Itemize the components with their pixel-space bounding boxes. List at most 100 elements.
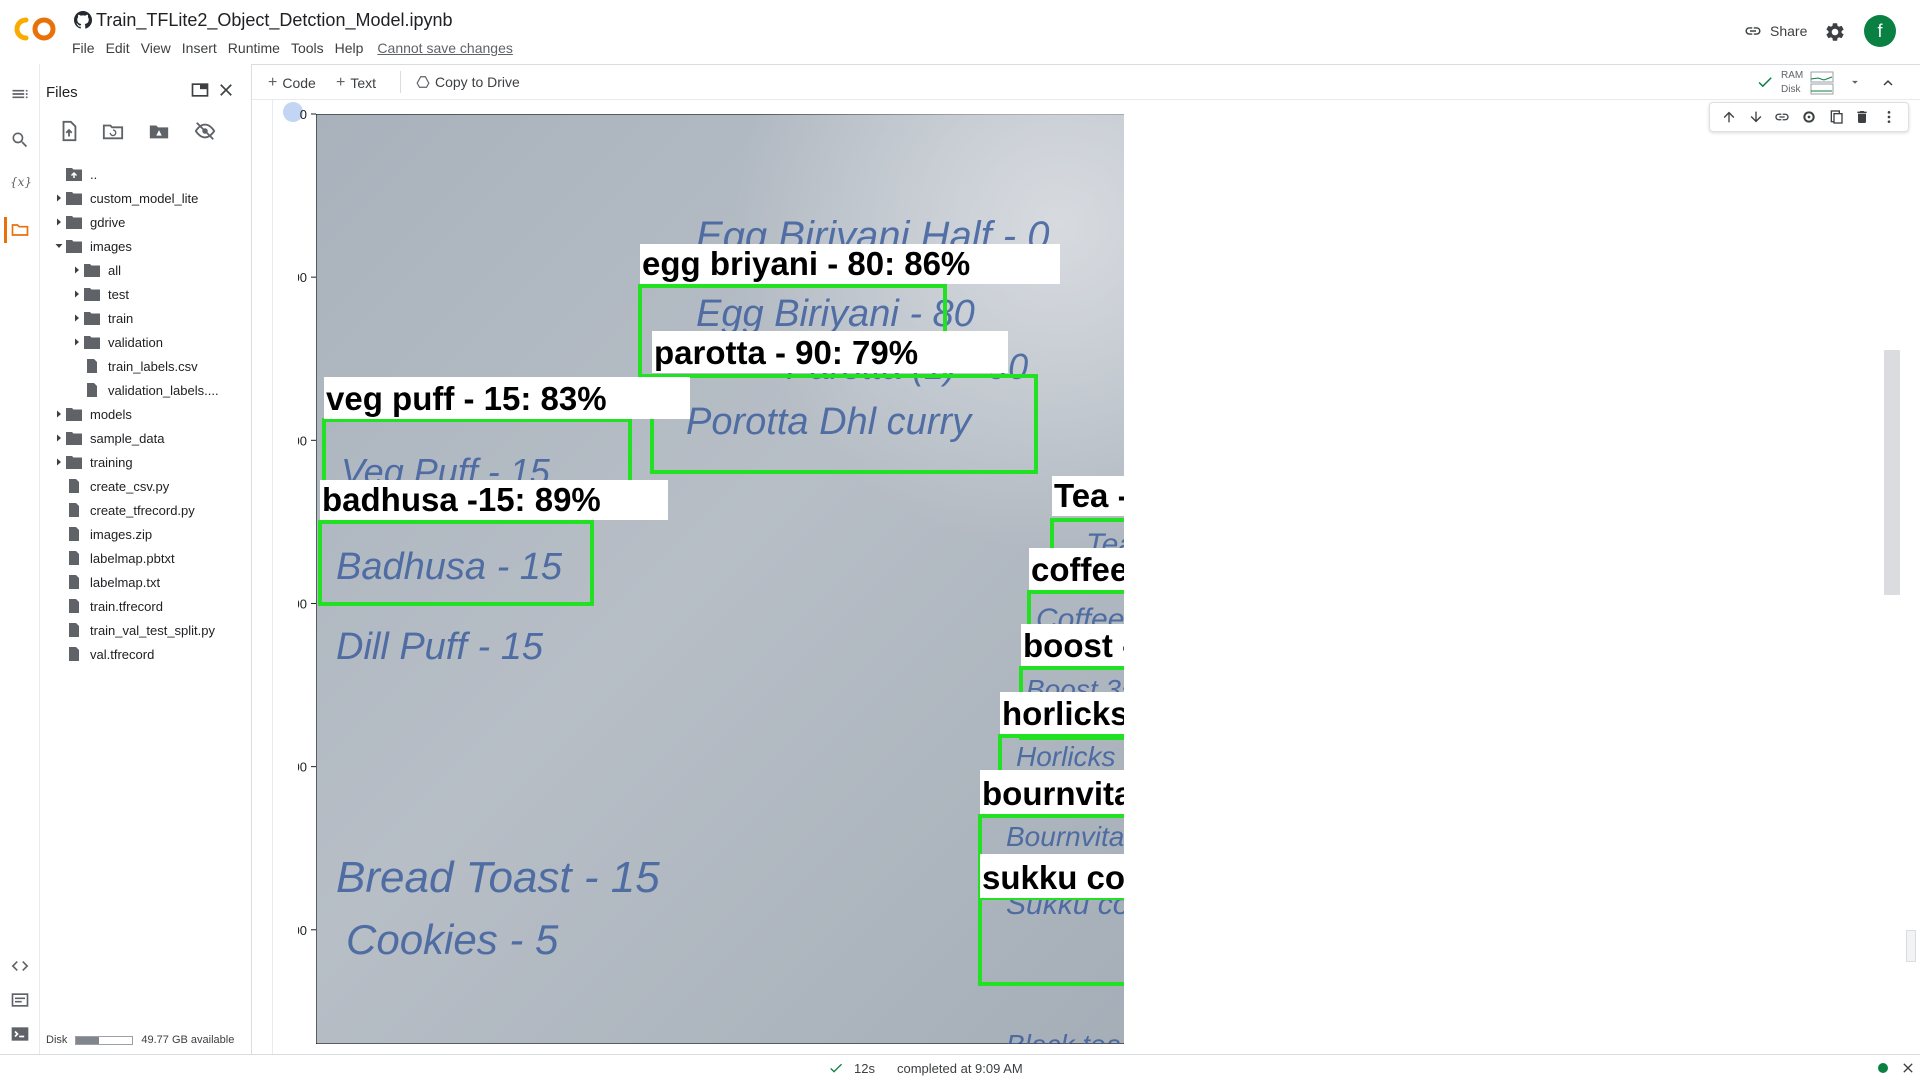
- file-item[interactable]: create_csv.py: [52, 474, 169, 498]
- open-in-new-tab-icon[interactable]: [190, 80, 210, 100]
- menu-file[interactable]: File: [72, 40, 95, 56]
- tree-item-label: custom_model_lite: [90, 190, 199, 206]
- move-cell-up-icon[interactable]: [1721, 109, 1737, 125]
- folder-item[interactable]: ..: [52, 162, 97, 186]
- board-handwriting: Bournvita 35: [1006, 821, 1124, 852]
- folder-icon: [66, 431, 82, 445]
- chevron-up-icon[interactable]: [1879, 74, 1897, 92]
- ram-disk-indicator[interactable]: RAM Disk: [1756, 69, 1876, 97]
- file-item[interactable]: train_labels.csv: [70, 354, 198, 378]
- mirror-cell-icon[interactable]: [1828, 109, 1844, 125]
- link-to-cell-icon[interactable]: [1774, 109, 1790, 125]
- file-item[interactable]: train.tfrecord: [52, 594, 163, 618]
- disk-usage-meter: [75, 1035, 134, 1045]
- cannot-save-link[interactable]: Cannot save changes: [377, 40, 512, 56]
- file-item[interactable]: create_tfrecord.py: [52, 498, 195, 522]
- tree-item-label: models: [90, 406, 132, 422]
- share-button[interactable]: Share: [1744, 22, 1807, 40]
- folder-item[interactable]: training: [52, 450, 133, 474]
- caret-right-icon[interactable]: [70, 289, 84, 299]
- caret-right-icon[interactable]: [70, 313, 84, 323]
- copy-to-drive-label: Copy to Drive: [435, 74, 520, 90]
- file-item[interactable]: validation_labels....: [70, 378, 219, 402]
- detection-label: horlicks - 35: [1002, 695, 1124, 732]
- chevron-down-icon[interactable]: [1848, 75, 1862, 89]
- mount-drive-icon[interactable]: [148, 120, 170, 142]
- caret-right-icon[interactable]: [52, 433, 66, 443]
- disk-usage: Disk 49.77 GB available: [46, 1034, 252, 1046]
- cell-settings-icon[interactable]: [1801, 109, 1817, 125]
- disk-label: Disk: [1781, 84, 1801, 95]
- caret-right-icon[interactable]: [70, 337, 84, 347]
- close-icon[interactable]: [216, 80, 236, 100]
- file-item[interactable]: images.zip: [52, 522, 152, 546]
- colab-logo[interactable]: [14, 14, 58, 44]
- output-scrollbar[interactable]: [1906, 930, 1916, 962]
- search-icon[interactable]: [10, 130, 30, 150]
- menu-help[interactable]: Help: [335, 40, 364, 56]
- folder-icon[interactable]: [10, 220, 30, 240]
- folder-item[interactable]: train: [70, 306, 133, 330]
- folder-item[interactable]: validation: [70, 330, 163, 354]
- file-item[interactable]: labelmap.pbtxt: [52, 546, 175, 570]
- file-item[interactable]: train_val_test_split.py: [52, 618, 215, 642]
- usage-sparkline-icon: [1810, 71, 1834, 95]
- more-options-icon[interactable]: [1881, 109, 1897, 125]
- caret-right-icon[interactable]: [52, 457, 66, 467]
- caret-down-icon[interactable]: [52, 241, 66, 251]
- notebook-scrollbar-thumb[interactable]: [1884, 350, 1900, 595]
- delete-cell-icon[interactable]: [1854, 109, 1870, 125]
- y-tick-label: 300: [298, 596, 307, 611]
- add-code-button[interactable]: + Code: [268, 74, 316, 92]
- board-handwriting: Porotta Dhl curry: [686, 401, 973, 443]
- notebook-title[interactable]: Train_TFLite2_Object_Detction_Model.ipyn…: [96, 10, 453, 31]
- hide-hidden-files-icon[interactable]: [194, 120, 216, 142]
- refresh-folder-icon[interactable]: [102, 120, 124, 142]
- tree-item-label: all: [108, 262, 122, 278]
- menu-view[interactable]: View: [141, 40, 171, 56]
- menu-edit[interactable]: Edit: [106, 40, 130, 56]
- folder-item[interactable]: gdrive: [52, 210, 125, 234]
- folder-item[interactable]: custom_model_lite: [52, 186, 198, 210]
- active-indicator: [4, 217, 7, 243]
- disk-usage-label: Disk: [46, 1034, 68, 1046]
- variables-icon[interactable]: {x}: [10, 175, 32, 195]
- menu-tools[interactable]: Tools: [291, 40, 324, 56]
- add-text-button[interactable]: + Text: [336, 74, 376, 92]
- tree-item-label: labelmap.pbtxt: [90, 550, 175, 566]
- board-handwriting: Horlicks 35: [1016, 741, 1124, 772]
- file-item[interactable]: labelmap.txt: [52, 570, 160, 594]
- caret-right-icon[interactable]: [52, 409, 66, 419]
- caret-right-icon[interactable]: [52, 193, 66, 203]
- file-icon: [66, 479, 82, 493]
- settings-gear-icon[interactable]: [1824, 21, 1846, 43]
- completion-status[interactable]: completed at 9:09 AM: [897, 1061, 1023, 1076]
- file-item[interactable]: val.tfrecord: [52, 642, 154, 666]
- tree-item-label: validation_labels....: [108, 382, 219, 398]
- y-tick-label: 500: [298, 923, 307, 938]
- menu-runtime[interactable]: Runtime: [228, 40, 280, 56]
- ram-label: RAM: [1781, 70, 1804, 81]
- command-palette-icon[interactable]: [10, 990, 30, 1010]
- caret-right-icon[interactable]: [52, 217, 66, 227]
- table-of-contents-icon[interactable]: [10, 84, 30, 104]
- copy-to-drive-button[interactable]: Copy to Drive: [416, 74, 520, 90]
- board-handwriting: Badhusa - 15: [336, 546, 563, 588]
- folder-item[interactable]: all: [70, 258, 121, 282]
- folder-item[interactable]: sample_data: [52, 426, 164, 450]
- move-cell-down-icon[interactable]: [1748, 109, 1764, 125]
- caret-right-icon[interactable]: [70, 265, 84, 275]
- user-avatar[interactable]: f: [1864, 15, 1896, 47]
- menu-insert[interactable]: Insert: [182, 40, 217, 56]
- close-status-icon[interactable]: [1900, 1060, 1916, 1076]
- tree-item-label: images: [90, 238, 132, 254]
- code-snippets-icon[interactable]: [10, 956, 30, 976]
- file-icon: [66, 575, 82, 589]
- upload-file-icon[interactable]: [58, 120, 80, 142]
- folder-icon: [66, 239, 82, 253]
- folder-item[interactable]: models: [52, 402, 132, 426]
- terminal-icon[interactable]: [10, 1024, 30, 1044]
- folder-item[interactable]: test: [70, 282, 129, 306]
- disk-usage-fill: [76, 1036, 99, 1044]
- folder-item[interactable]: images: [52, 234, 132, 258]
